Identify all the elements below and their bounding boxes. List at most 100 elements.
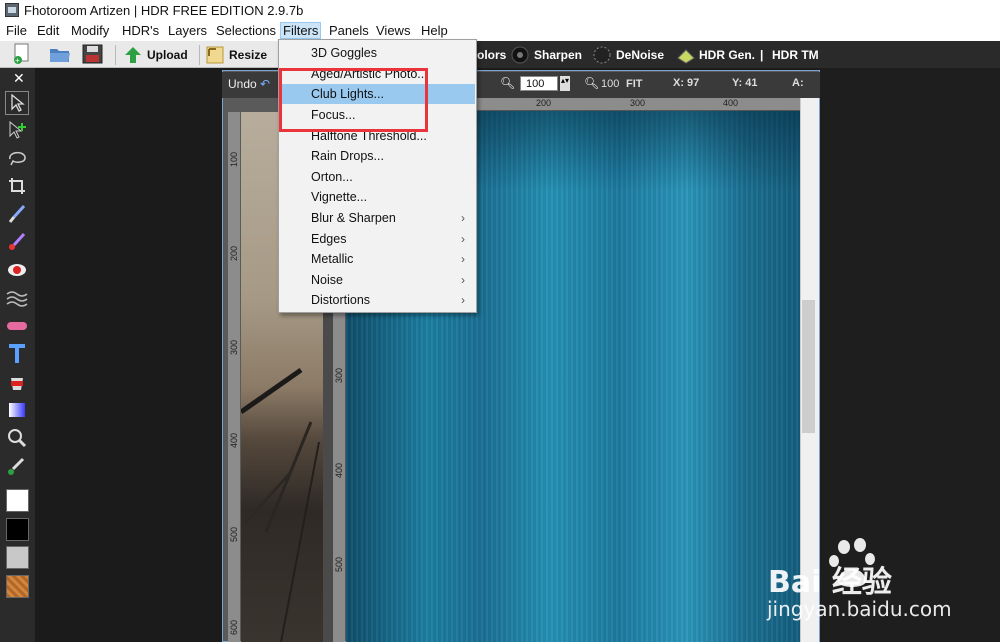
menu-item-rain-drops[interactable]: Rain Drops...: [280, 146, 475, 166]
upload-label: Upload: [147, 48, 188, 62]
denoise-label: DeNoise: [616, 48, 665, 62]
ruler-label: 200: [536, 98, 552, 108]
window-title: Fhotoroom Artizen | HDR FREE EDITION 2.9…: [24, 3, 304, 18]
hdr-gen-label: HDR Gen.: [699, 48, 756, 62]
sharpen-label: Sharpen: [534, 48, 583, 62]
ruler-label: 600: [229, 620, 239, 636]
wave-icon[interactable]: [5, 286, 29, 310]
resize-button[interactable]: Resize: [206, 44, 267, 66]
watermark-url: jingyan.baidu.com: [767, 597, 952, 621]
menu-bar: File Edit Modify HDR's Layers Selections…: [0, 21, 1000, 41]
undo-button[interactable]: Undo ↶: [228, 77, 270, 91]
submenu-arrow-icon: ›: [461, 252, 465, 266]
resize-label: Resize: [229, 48, 268, 62]
ruler-label: 400: [334, 463, 344, 479]
left-vertical-ruler: [228, 112, 240, 642]
scrollbar-thumb[interactable]: [802, 300, 815, 433]
secondary-color-swatch[interactable]: [6, 518, 29, 541]
menu-item-noise[interactable]: Noise ›: [280, 270, 475, 290]
toolbar-separator: |: [760, 48, 764, 62]
texture-swatch[interactable]: [6, 575, 29, 598]
primary-color-swatch[interactable]: [6, 489, 29, 512]
menu-selections[interactable]: Selections: [216, 23, 276, 38]
crop-icon[interactable]: [5, 174, 29, 198]
denoise-button[interactable]: DeNoise: [593, 44, 664, 66]
open-folder-icon[interactable]: [48, 44, 72, 64]
toolbar-divider: [115, 45, 116, 65]
close-icon[interactable]: ✕: [13, 70, 25, 87]
ruler-label: 400: [229, 433, 239, 449]
submenu-arrow-icon: ›: [461, 211, 465, 225]
menu-views[interactable]: Views: [376, 23, 410, 38]
zoom-input[interactable]: 100: [520, 76, 558, 91]
menu-item-distortions[interactable]: Distortions ›: [280, 290, 475, 310]
ruler-label: 300: [630, 98, 646, 108]
app-icon: [5, 3, 19, 17]
undo-arrow-icon: ↶: [260, 77, 271, 91]
upload-button[interactable]: Upload: [124, 44, 188, 66]
lasso-icon[interactable]: [5, 146, 29, 170]
brush-icon[interactable]: [5, 202, 29, 226]
denoise-icon: [593, 46, 611, 64]
watermark-brand: Bai 经验: [768, 565, 892, 600]
ruler-label: 300: [229, 340, 239, 356]
tertiary-color-swatch[interactable]: [6, 546, 29, 569]
new-file-icon[interactable]: +: [10, 43, 34, 65]
zoom-spinner[interactable]: ▴▾: [560, 76, 570, 91]
sharpen-icon: [511, 46, 529, 64]
menu-file[interactable]: File: [6, 23, 27, 38]
toolbar-divider: [199, 45, 200, 65]
colors-label: olors: [477, 48, 507, 62]
svg-text:+: +: [15, 56, 20, 65]
alpha-readout: A:: [792, 77, 804, 89]
menu-panels[interactable]: Panels: [329, 23, 369, 38]
y-coordinate: Y: 41: [732, 77, 758, 89]
save-icon[interactable]: [82, 44, 104, 64]
x-coordinate: X: 97: [673, 77, 700, 89]
hdr-gen-icon: [676, 46, 695, 64]
gradient-icon[interactable]: [5, 398, 29, 422]
submenu-arrow-icon: ›: [461, 232, 465, 246]
menu-modify[interactable]: Modify: [71, 23, 109, 38]
ruler-label: 500: [334, 557, 344, 573]
ruler-label: 300: [334, 368, 344, 384]
colors-button[interactable]: olors: [477, 44, 506, 66]
text-icon[interactable]: [5, 342, 29, 366]
menu-item-3d-goggles[interactable]: 3D Goggles: [280, 43, 475, 63]
undo-label: Undo: [228, 77, 257, 91]
menu-item-metallic[interactable]: Metallic ›: [280, 249, 475, 269]
fit-button[interactable]: FIT: [626, 78, 643, 90]
menu-item-blur-sharpen[interactable]: Blur & Sharpen ›: [280, 208, 475, 228]
ruler-label: 400: [723, 98, 739, 108]
menu-item-vignette[interactable]: Vignette...: [280, 187, 475, 207]
hdr-tm-button[interactable]: HDR TM: [772, 44, 819, 66]
zoom-icon[interactable]: [5, 426, 29, 450]
hdr-gen-button[interactable]: HDR Gen.: [676, 44, 755, 66]
title-bar: Fhotoroom Artizen | HDR FREE EDITION 2.9…: [0, 0, 1000, 21]
zoom-out-icon[interactable]: 🔍︎: [584, 76, 599, 90]
eyedropper-icon[interactable]: [5, 454, 29, 478]
sharpen-button[interactable]: Sharpen: [511, 44, 582, 66]
menu-hdrs[interactable]: HDR's: [122, 23, 159, 38]
menu-filters[interactable]: Filters: [280, 22, 322, 39]
add-select-icon[interactable]: [5, 118, 29, 142]
menu-layers[interactable]: Layers: [168, 23, 207, 38]
bucket-icon[interactable]: [5, 370, 29, 394]
menu-help[interactable]: Help: [421, 23, 448, 38]
submenu-arrow-icon: ›: [461, 293, 465, 307]
ruler-label: 100: [229, 152, 239, 168]
redeye-icon[interactable]: [5, 258, 29, 282]
ruler-label: 200: [229, 246, 239, 262]
eraser-icon[interactable]: [5, 314, 29, 338]
zoom-in-icon[interactable]: 🔍︎: [500, 76, 515, 90]
upload-icon: [124, 46, 142, 64]
submenu-arrow-icon: ›: [461, 273, 465, 287]
zoom-100-button[interactable]: 100: [601, 78, 619, 90]
select-arrow-icon[interactable]: [5, 91, 29, 115]
tools-panel: ✕: [0, 68, 35, 642]
resize-icon: [206, 46, 224, 64]
menu-item-edges[interactable]: Edges ›: [280, 229, 475, 249]
menu-edit[interactable]: Edit: [37, 23, 59, 38]
menu-item-orton[interactable]: Orton...: [280, 167, 475, 187]
color-brush-icon[interactable]: [5, 230, 29, 254]
